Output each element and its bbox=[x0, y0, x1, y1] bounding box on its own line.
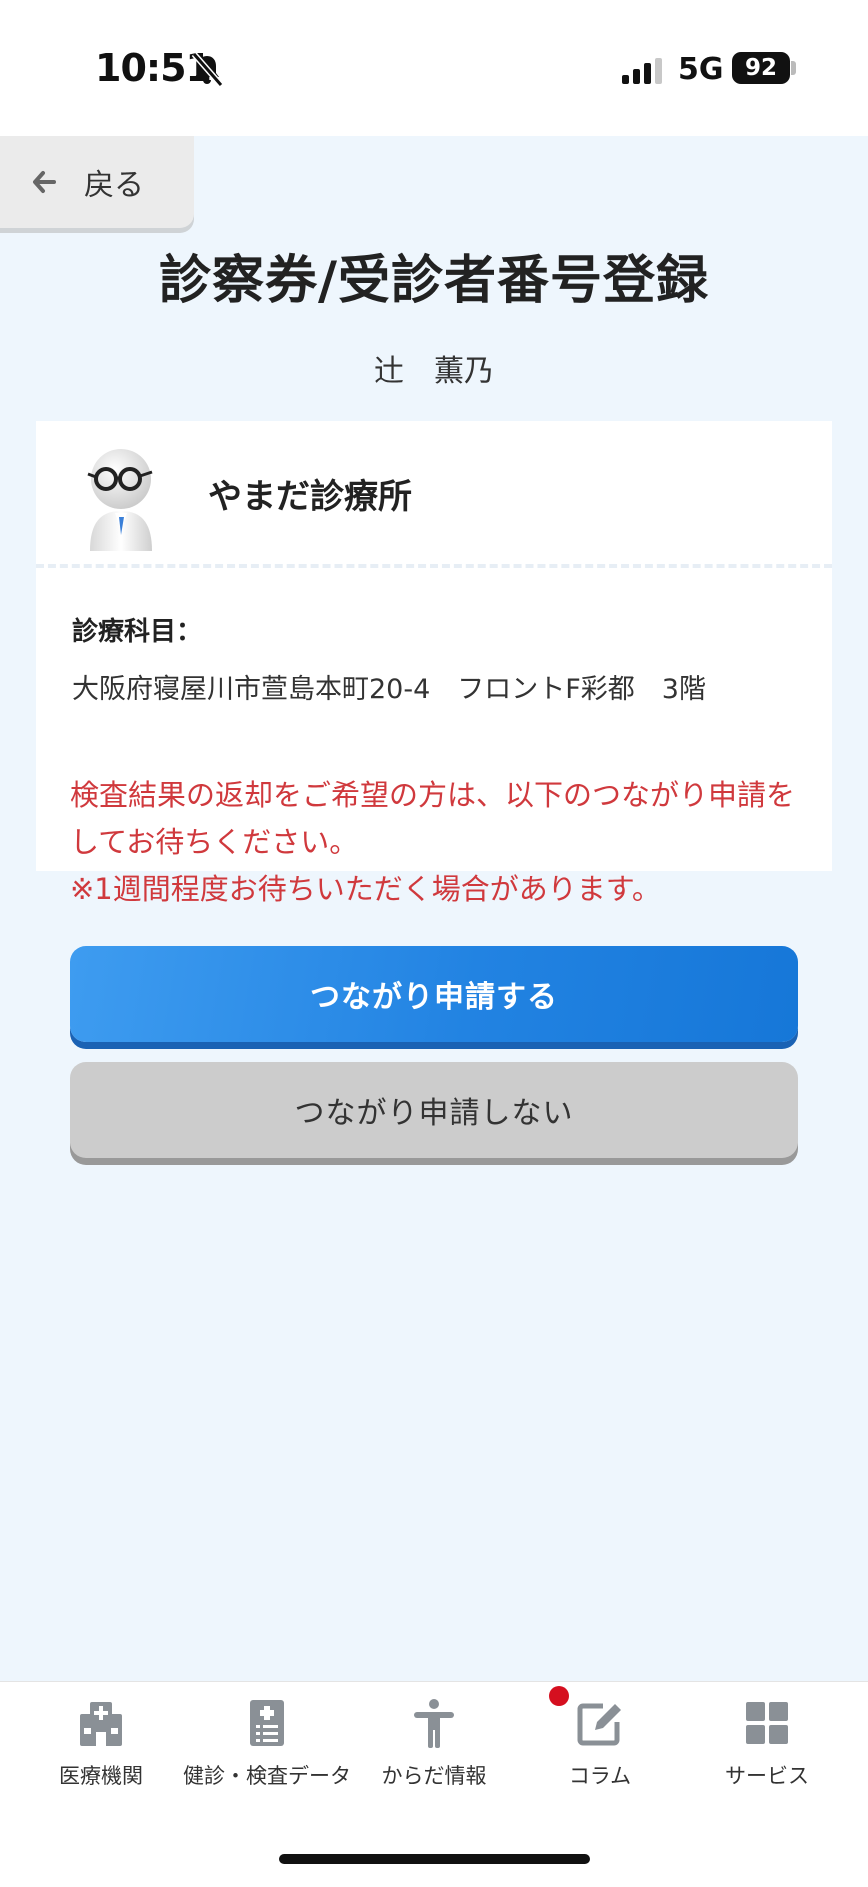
tab-medical-institutions[interactable]: 医療機関 bbox=[14, 1698, 188, 1798]
bell-muted-icon bbox=[191, 52, 224, 87]
clinic-header: やまだ診療所 bbox=[36, 421, 832, 566]
signal-icon bbox=[622, 58, 662, 84]
page-title: 診察券/受診者番号登録 bbox=[159, 251, 709, 311]
grid-icon bbox=[746, 1702, 788, 1744]
doctor-avatar-icon bbox=[87, 449, 153, 551]
connect-request-button[interactable]: つながり申請する bbox=[70, 946, 798, 1042]
tab-body-info[interactable]: からだ情報 bbox=[347, 1698, 521, 1798]
battery-tip bbox=[791, 61, 796, 75]
clinic-address: 大阪府寝屋川市萱島本町20-4 フロントF彩都 3階 bbox=[72, 674, 706, 705]
edit-icon-wrapper bbox=[549, 1686, 625, 1748]
dashed-divider bbox=[36, 564, 832, 568]
patient-name: 辻 薫乃 bbox=[374, 354, 494, 389]
tab-checkup-data[interactable]: 健診・検査データ bbox=[180, 1698, 354, 1798]
tab-label: からだ情報 bbox=[381, 1764, 487, 1788]
tab-column[interactable]: コラム bbox=[513, 1686, 687, 1798]
main-screen: 戻る 診察券/受診者番号登録 辻 薫乃 やまだ診療所 診療科目： 大阪府寝屋川市… bbox=[0, 136, 868, 1681]
back-arrow-icon bbox=[33, 171, 56, 193]
notification-dot bbox=[549, 1686, 569, 1706]
back-button[interactable]: 戻る bbox=[0, 136, 194, 228]
decline-request-button[interactable]: つながり申請しない bbox=[70, 1062, 798, 1158]
tab-label: コラム bbox=[568, 1764, 632, 1788]
battery-level: 92 bbox=[744, 55, 777, 81]
tab-services[interactable]: サービス bbox=[680, 1698, 854, 1798]
network-label: 5G bbox=[678, 52, 724, 87]
clipboard-icon bbox=[250, 1700, 284, 1746]
home-indicator[interactable] bbox=[279, 1854, 590, 1864]
notice-line-2: ※1週間程度お待ちいただく場合があります。 bbox=[70, 872, 661, 906]
edit-icon bbox=[577, 1703, 621, 1746]
notice-text: 検査結果の返却をご希望の方は、以下のつながり申請をしてお待ちください。 ※1週間… bbox=[70, 772, 810, 913]
status-bar: 10:51 5G 92 bbox=[0, 0, 868, 136]
back-label: 戻る bbox=[84, 168, 144, 203]
tab-label: サービス bbox=[725, 1764, 809, 1788]
person-icon bbox=[414, 1699, 454, 1748]
hospital-icon bbox=[80, 1702, 122, 1746]
battery-icon: 92 bbox=[732, 52, 790, 84]
department-label: 診療科目： bbox=[72, 617, 203, 647]
notice-line-1: 検査結果の返却をご希望の方は、以下のつながり申請をしてお待ちください。 bbox=[70, 778, 796, 859]
tab-label: 健診・検査データ bbox=[183, 1764, 351, 1788]
clinic-name: やまだ診療所 bbox=[208, 477, 412, 517]
tab-label: 医療機関 bbox=[59, 1764, 143, 1788]
